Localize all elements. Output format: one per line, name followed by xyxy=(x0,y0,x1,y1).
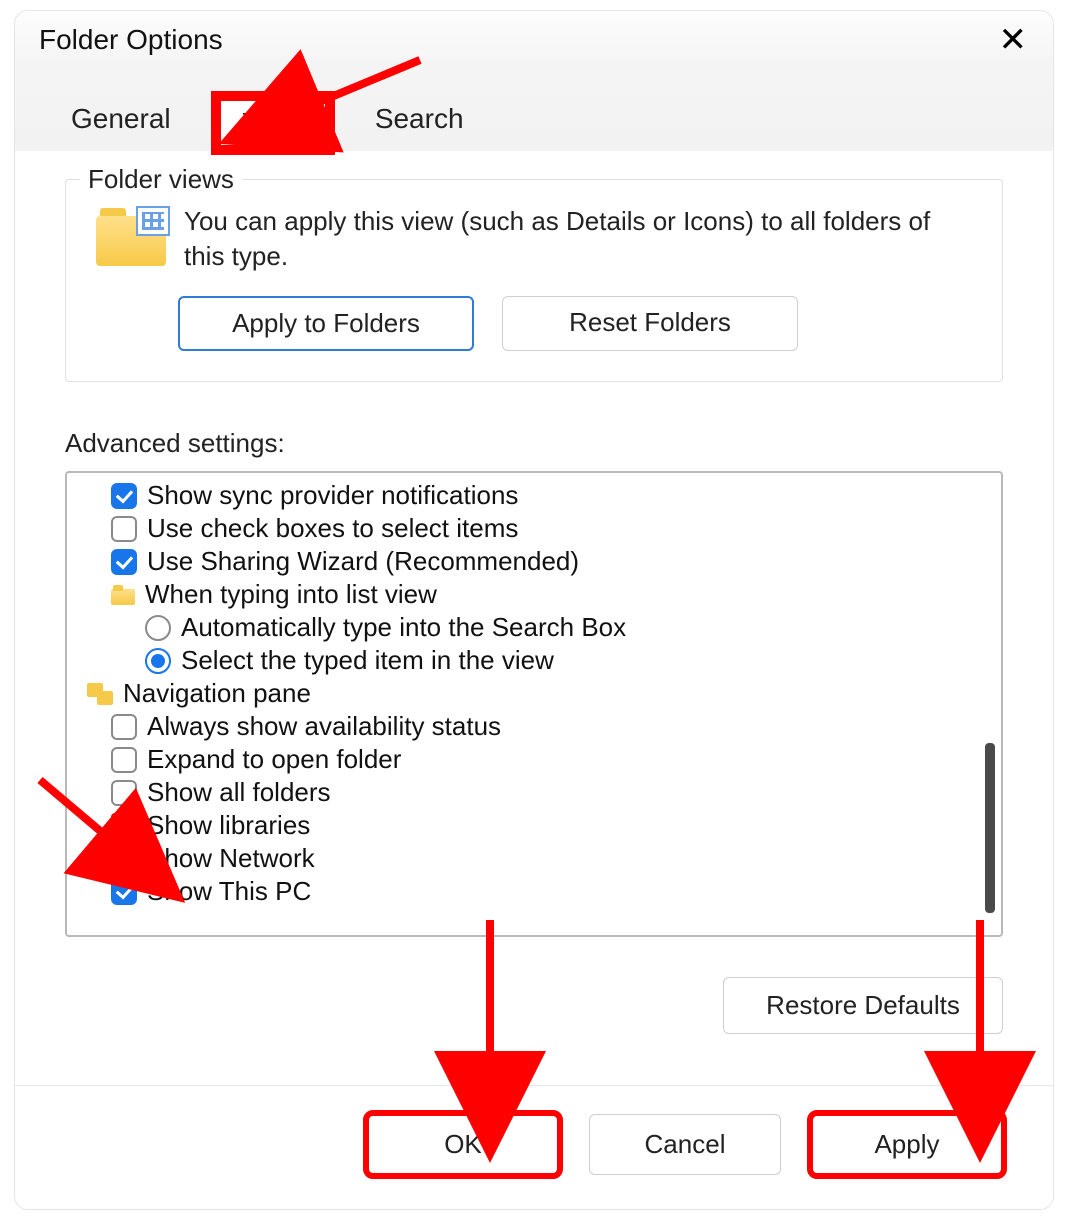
dialog-footer: OK Cancel Apply xyxy=(15,1085,1053,1209)
restore-defaults-button[interactable]: Restore Defaults xyxy=(723,977,1003,1034)
advanced-settings-label: Advanced settings: xyxy=(65,428,1003,459)
reset-folders-button[interactable]: Reset Folders xyxy=(502,296,798,351)
radio-typing-search[interactable] xyxy=(145,615,171,641)
apply-to-folders-button[interactable]: Apply to Folders xyxy=(178,296,474,351)
folder-views-icon xyxy=(96,208,166,266)
checkbox-show-sync[interactable] xyxy=(111,483,137,509)
tab-search[interactable]: Search xyxy=(359,97,480,149)
folder-views-group: Folder views You can apply this view (su… xyxy=(65,179,1003,382)
close-icon[interactable]: ✕ xyxy=(999,23,1028,57)
radio-typing-select[interactable] xyxy=(145,648,171,674)
label-sharing-wizard: Use Sharing Wizard (Recommended) xyxy=(147,546,579,577)
label-show-sync: Show sync provider notifications xyxy=(147,480,518,511)
checkbox-nav-thispc[interactable] xyxy=(111,879,137,905)
label-typing-select: Select the typed item in the view xyxy=(181,645,554,676)
tab-strip: General View Search xyxy=(15,65,1053,151)
checkbox-sharing-wizard[interactable] xyxy=(111,549,137,575)
checkbox-nav-network[interactable] xyxy=(111,846,137,872)
label-typing-group: When typing into list view xyxy=(145,579,437,610)
checkbox-nav-showall[interactable] xyxy=(111,780,137,806)
folder-icon xyxy=(111,585,135,605)
navigation-pane-icon xyxy=(87,683,113,705)
label-nav-thispc: Show This PC xyxy=(147,876,311,907)
tab-general[interactable]: General xyxy=(55,97,187,149)
apply-button[interactable]: Apply xyxy=(811,1114,1003,1175)
label-use-checkboxes: Use check boxes to select items xyxy=(147,513,518,544)
label-nav-group: Navigation pane xyxy=(123,678,311,709)
checkbox-nav-expand[interactable] xyxy=(111,747,137,773)
cancel-button[interactable]: Cancel xyxy=(589,1114,781,1175)
titlebar: Folder Options ✕ xyxy=(15,11,1053,65)
advanced-settings-list[interactable]: Show sync provider notifications Use che… xyxy=(65,471,1003,937)
label-nav-availability: Always show availability status xyxy=(147,711,501,742)
checkbox-nav-availability[interactable] xyxy=(111,714,137,740)
ok-button[interactable]: OK xyxy=(367,1114,559,1175)
tab-view[interactable]: View xyxy=(215,95,331,151)
checkbox-use-checkboxes[interactable] xyxy=(111,516,137,542)
label-nav-showall: Show all folders xyxy=(147,777,331,808)
scrollbar[interactable] xyxy=(985,743,995,913)
label-nav-network: Show Network xyxy=(147,843,315,874)
label-nav-expand: Expand to open folder xyxy=(147,744,401,775)
checkbox-nav-libraries[interactable] xyxy=(111,813,137,839)
label-nav-libraries: Show libraries xyxy=(147,810,310,841)
label-typing-search: Automatically type into the Search Box xyxy=(181,612,626,643)
folder-views-label: Folder views xyxy=(80,164,242,195)
folder-options-dialog: Folder Options ✕ General View Search Fol… xyxy=(14,10,1054,1210)
folder-views-desc: You can apply this view (such as Details… xyxy=(184,204,972,274)
tab-content: Folder views You can apply this view (su… xyxy=(15,151,1053,1064)
window-title: Folder Options xyxy=(39,24,223,56)
